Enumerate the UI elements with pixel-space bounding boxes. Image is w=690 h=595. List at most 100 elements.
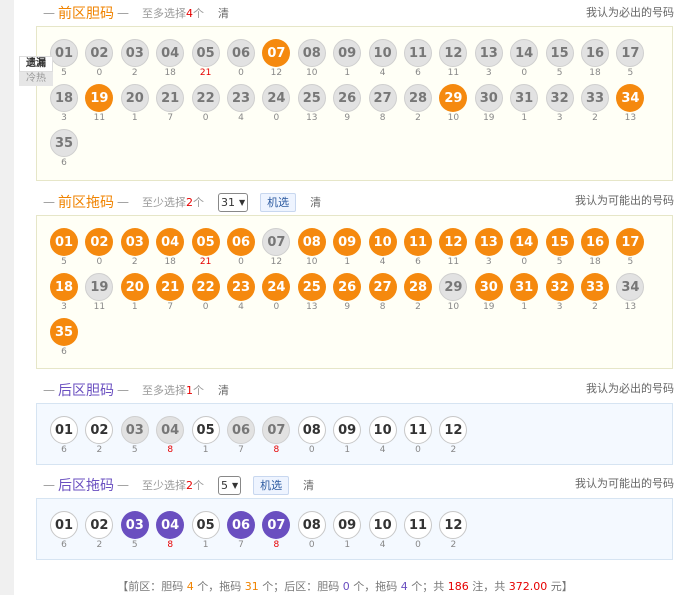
number-ball[interactable]: 10 bbox=[368, 39, 397, 67]
number-ball[interactable]: 03 bbox=[120, 39, 149, 67]
number-ball[interactable]: 13 bbox=[474, 228, 503, 256]
number-ball[interactable]: 18 bbox=[50, 84, 78, 112]
number-ball[interactable]: 07 bbox=[262, 511, 291, 539]
number-ball[interactable]: 02 bbox=[85, 39, 114, 67]
number-ball[interactable]: 10 bbox=[368, 416, 397, 444]
number-ball[interactable]: 15 bbox=[545, 39, 574, 67]
number-ball[interactable]: 30 bbox=[474, 273, 503, 301]
number-ball[interactable]: 10 bbox=[368, 228, 397, 256]
number-ball[interactable]: 12 bbox=[439, 228, 468, 256]
number-ball[interactable]: 13 bbox=[474, 39, 503, 67]
number-ball[interactable]: 06 bbox=[227, 511, 255, 539]
number-ball[interactable]: 20 bbox=[120, 273, 149, 301]
number-ball[interactable]: 02 bbox=[85, 416, 114, 444]
number-ball[interactable]: 16 bbox=[581, 39, 609, 67]
number-ball[interactable]: 25 bbox=[297, 273, 326, 301]
number-ball[interactable]: 04 bbox=[156, 416, 185, 444]
number-ball[interactable]: 27 bbox=[368, 273, 397, 301]
number-ball[interactable]: 16 bbox=[581, 228, 609, 256]
number-ball[interactable]: 05 bbox=[191, 511, 220, 539]
number-ball[interactable]: 33 bbox=[581, 273, 609, 301]
number-ball[interactable]: 11 bbox=[404, 511, 432, 539]
back-tuo-clear-button[interactable]: 清 bbox=[303, 477, 314, 493]
number-ball[interactable]: 33 bbox=[581, 84, 609, 112]
number-ball[interactable]: 09 bbox=[333, 39, 362, 67]
number-ball[interactable]: 29 bbox=[439, 84, 468, 112]
number-ball[interactable]: 31 bbox=[510, 273, 539, 301]
number-ball[interactable]: 26 bbox=[333, 273, 362, 301]
number-ball[interactable]: 10 bbox=[368, 511, 397, 539]
number-ball[interactable]: 11 bbox=[404, 416, 432, 444]
number-ball[interactable]: 35 bbox=[50, 129, 78, 157]
number-ball[interactable]: 28 bbox=[404, 273, 432, 301]
number-ball[interactable]: 24 bbox=[262, 273, 291, 301]
number-ball[interactable]: 02 bbox=[85, 228, 114, 256]
tab-miss[interactable]: 遗漏 bbox=[19, 56, 53, 72]
number-ball[interactable]: 08 bbox=[297, 228, 326, 256]
number-ball[interactable]: 09 bbox=[333, 228, 362, 256]
number-ball[interactable]: 22 bbox=[191, 273, 220, 301]
number-ball[interactable]: 04 bbox=[156, 39, 185, 67]
number-ball[interactable]: 06 bbox=[227, 39, 255, 67]
front-tuo-clear-button[interactable]: 清 bbox=[310, 194, 321, 210]
number-ball[interactable]: 22 bbox=[191, 84, 220, 112]
back-tuo-count-select[interactable]: 5 ▼ bbox=[218, 475, 242, 495]
number-ball[interactable]: 08 bbox=[297, 39, 326, 67]
number-ball[interactable]: 32 bbox=[545, 273, 574, 301]
number-ball[interactable]: 15 bbox=[545, 228, 574, 256]
number-ball[interactable]: 32 bbox=[545, 84, 574, 112]
number-ball[interactable]: 21 bbox=[156, 273, 185, 301]
number-ball[interactable]: 14 bbox=[510, 39, 539, 67]
number-ball[interactable]: 28 bbox=[404, 84, 432, 112]
number-ball[interactable]: 01 bbox=[50, 39, 78, 67]
number-ball[interactable]: 25 bbox=[297, 84, 326, 112]
number-ball[interactable]: 05 bbox=[191, 228, 220, 256]
number-ball[interactable]: 04 bbox=[156, 228, 185, 256]
number-ball[interactable]: 05 bbox=[191, 416, 220, 444]
number-ball[interactable]: 07 bbox=[262, 228, 291, 256]
number-ball[interactable]: 12 bbox=[439, 416, 468, 444]
tab-hot-cold[interactable]: 冷热 bbox=[19, 72, 53, 86]
back-dan-clear-button[interactable]: 清 bbox=[218, 382, 229, 398]
number-ball[interactable]: 09 bbox=[333, 416, 362, 444]
number-ball[interactable]: 11 bbox=[404, 228, 432, 256]
number-ball[interactable]: 07 bbox=[262, 39, 291, 67]
number-ball[interactable]: 20 bbox=[120, 84, 149, 112]
number-ball[interactable]: 03 bbox=[120, 511, 149, 539]
number-ball[interactable]: 31 bbox=[510, 84, 539, 112]
back-tuo-random-button[interactable]: 机选 bbox=[253, 475, 290, 495]
number-ball[interactable]: 02 bbox=[85, 511, 114, 539]
number-ball[interactable]: 01 bbox=[50, 228, 78, 256]
number-ball[interactable]: 08 bbox=[297, 511, 326, 539]
number-ball[interactable]: 23 bbox=[227, 84, 255, 112]
number-ball[interactable]: 27 bbox=[368, 84, 397, 112]
number-ball[interactable]: 24 bbox=[262, 84, 291, 112]
number-ball[interactable]: 12 bbox=[439, 511, 468, 539]
number-ball[interactable]: 01 bbox=[50, 416, 78, 444]
number-ball[interactable]: 34 bbox=[616, 84, 645, 112]
number-ball[interactable]: 12 bbox=[439, 39, 468, 67]
number-ball[interactable]: 34 bbox=[616, 273, 645, 301]
number-ball[interactable]: 26 bbox=[333, 84, 362, 112]
number-ball[interactable]: 14 bbox=[510, 228, 539, 256]
number-ball[interactable]: 19 bbox=[85, 84, 114, 112]
number-ball[interactable]: 03 bbox=[120, 416, 149, 444]
number-ball[interactable]: 18 bbox=[50, 273, 78, 301]
number-ball[interactable]: 19 bbox=[85, 273, 114, 301]
number-ball[interactable]: 06 bbox=[227, 228, 255, 256]
number-ball[interactable]: 07 bbox=[262, 416, 291, 444]
number-ball[interactable]: 21 bbox=[156, 84, 185, 112]
number-ball[interactable]: 35 bbox=[50, 318, 78, 346]
front-tuo-random-button[interactable]: 机选 bbox=[260, 192, 297, 212]
number-ball[interactable]: 30 bbox=[474, 84, 503, 112]
number-ball[interactable]: 23 bbox=[227, 273, 255, 301]
number-ball[interactable]: 11 bbox=[404, 39, 432, 67]
number-ball[interactable]: 05 bbox=[191, 39, 220, 67]
number-ball[interactable]: 17 bbox=[616, 228, 645, 256]
number-ball[interactable]: 01 bbox=[50, 511, 78, 539]
number-ball[interactable]: 29 bbox=[439, 273, 468, 301]
number-ball[interactable]: 06 bbox=[227, 416, 255, 444]
number-ball[interactable]: 03 bbox=[120, 228, 149, 256]
number-ball[interactable]: 04 bbox=[156, 511, 185, 539]
number-ball[interactable]: 08 bbox=[297, 416, 326, 444]
